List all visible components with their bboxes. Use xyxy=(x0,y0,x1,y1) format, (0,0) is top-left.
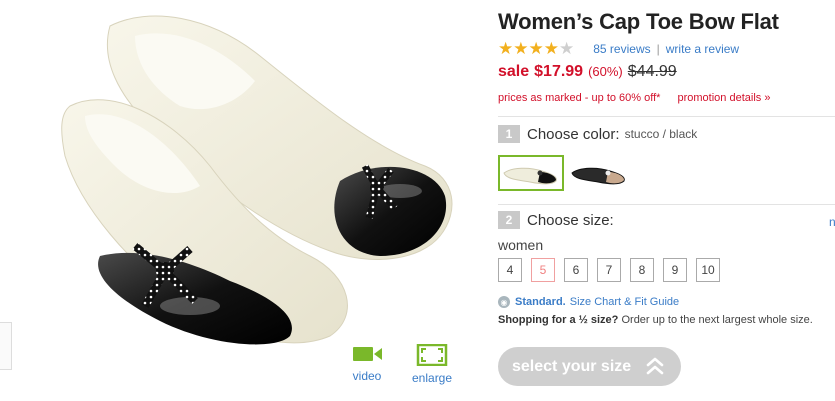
step-number: 1 xyxy=(498,125,520,143)
promo-text: prices as marked - up to 60% off* xyxy=(498,92,661,104)
color-step: 1 Choose color: stucco / black xyxy=(498,125,697,143)
star-icon: ★ xyxy=(498,39,514,58)
color-swatch-black[interactable] xyxy=(566,155,632,191)
product-title: Women’s Cap Toe Bow Flat xyxy=(498,9,779,34)
divider xyxy=(498,204,835,205)
size-option[interactable]: 9 xyxy=(663,258,687,282)
write-review-link[interactable]: write a review xyxy=(666,42,739,56)
size-chart-link[interactable]: Size Chart & Fit Guide xyxy=(570,296,679,308)
video-label: video xyxy=(352,369,382,383)
color-swatch-stucco-black[interactable] xyxy=(498,155,564,191)
size-step: 2 Choose size: xyxy=(498,211,614,229)
half-size-text: Order up to the next largest whole size. xyxy=(621,314,813,326)
half-size-question: Shopping for a ½ size? xyxy=(498,314,619,326)
size-option[interactable]: 10 xyxy=(696,258,720,282)
selected-color: stucco / black xyxy=(624,127,698,141)
reviews-link[interactable]: 85 reviews xyxy=(593,42,650,56)
select-size-button[interactable]: select your size xyxy=(498,347,681,386)
size-option[interactable]: 6 xyxy=(564,258,588,282)
enlarge-icon xyxy=(416,344,448,366)
star-icon: ★ xyxy=(543,39,559,58)
size-options: 4 5 6 7 8 9 10 xyxy=(498,258,729,282)
product-image[interactable] xyxy=(40,6,460,351)
star-empty-icon: ★ xyxy=(559,39,575,58)
percent-off: (60%) xyxy=(588,64,623,79)
half-size-note: Shopping for a ½ size? Order up to the n… xyxy=(498,314,813,326)
shoe-thumbnail xyxy=(571,167,625,185)
video-button[interactable]: video xyxy=(350,344,384,383)
size-option-unavailable[interactable]: 5 xyxy=(531,258,555,282)
shoe-thumbnail xyxy=(503,167,557,185)
measuring-tape-icon: ◉ xyxy=(498,296,510,308)
star-icon: ★ xyxy=(528,39,544,58)
size-option[interactable]: 7 xyxy=(597,258,621,282)
size-option[interactable]: 4 xyxy=(498,258,522,282)
fit-standard-label: Standard. xyxy=(515,296,566,308)
size-option[interactable]: 8 xyxy=(630,258,654,282)
promo-row: prices as marked - up to 60% off* promot… xyxy=(498,92,770,104)
step-label: Choose size: xyxy=(527,211,614,229)
enlarge-button[interactable]: enlarge xyxy=(412,344,452,385)
side-tab[interactable] xyxy=(0,322,12,370)
promotion-details-link[interactable]: promotion details » xyxy=(678,92,771,104)
step-label: Choose color: xyxy=(527,125,620,143)
divider xyxy=(498,116,835,117)
double-chevron-up-icon xyxy=(646,357,664,375)
price-row: sale $17.99 (60%) $44.99 xyxy=(498,63,677,81)
video-camera-icon xyxy=(353,347,382,361)
enlarge-label: enlarge xyxy=(412,371,453,385)
sale-price: $17.99 xyxy=(534,63,584,80)
fit-info: ◉ Standard. Size Chart & Fit Guide xyxy=(498,296,679,308)
rating-row: ★ ★ ★ ★ ★ 85 reviews | write a review xyxy=(498,39,739,58)
step-number: 2 xyxy=(498,211,520,229)
clipped-link-text[interactable]: n xyxy=(829,215,835,229)
size-group-label: women xyxy=(498,237,544,253)
select-size-label: select your size xyxy=(512,357,632,375)
star-icon: ★ xyxy=(513,39,529,58)
star-rating: ★ ★ ★ ★ ★ xyxy=(498,39,575,58)
sale-label: sale xyxy=(498,63,530,80)
original-price: $44.99 xyxy=(627,63,677,80)
review-separator: | xyxy=(656,42,660,56)
